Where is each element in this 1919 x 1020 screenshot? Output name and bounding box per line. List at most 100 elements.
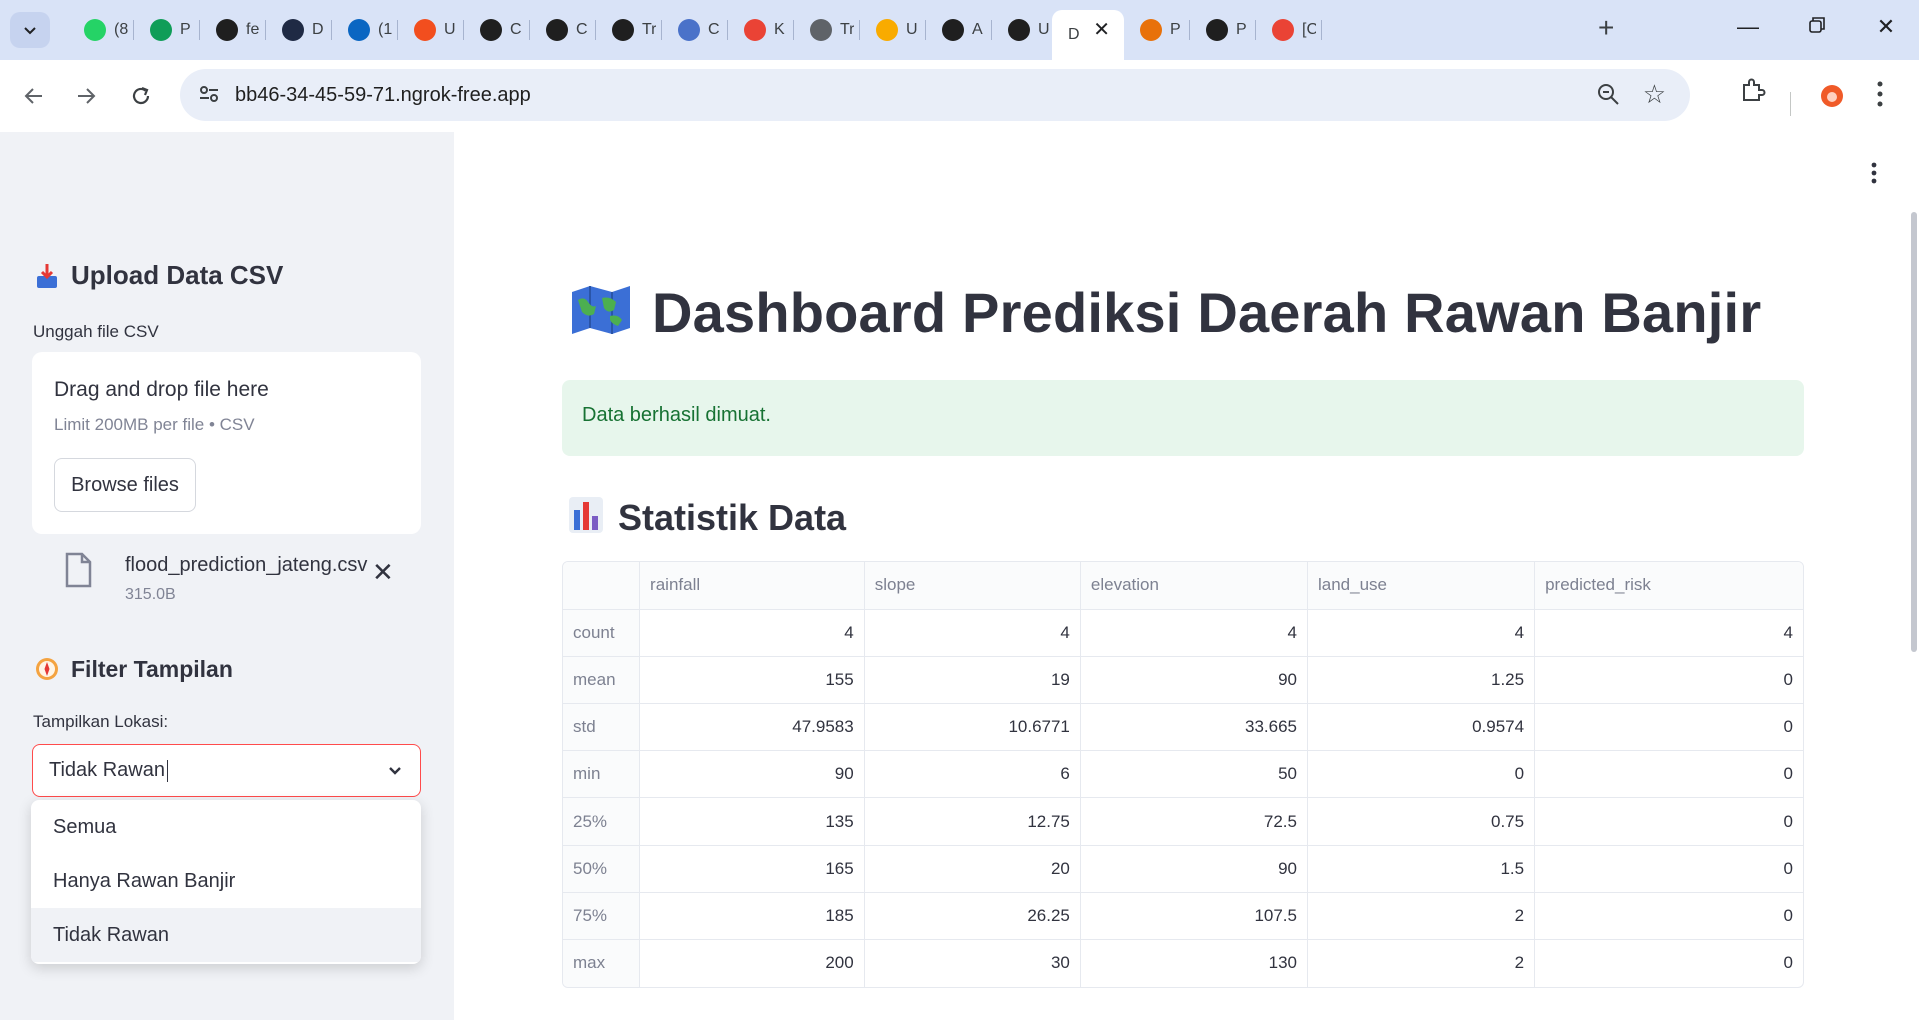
browser-tab[interactable]: C [530,10,596,50]
table-cell[interactable]: 90 [1080,656,1308,705]
table-cell[interactable]: 155 [639,656,865,705]
table-cell[interactable]: 4 [864,609,1081,657]
table-cell[interactable]: 0 [1534,845,1803,893]
browser-tab[interactable]: (8 [68,10,134,50]
table-header-cell[interactable]: predicted_risk [1534,562,1803,610]
table-cell[interactable]: 90 [1080,845,1308,893]
table-cell[interactable]: 0 [1534,797,1803,846]
tab-search-button[interactable] [10,12,50,48]
option-semua[interactable]: Semua [31,800,421,854]
close-window-icon[interactable]: ✕ [1871,14,1901,40]
app-menu-icon[interactable] [1871,162,1877,189]
row-index-cell[interactable]: mean [563,656,641,705]
table-cell[interactable]: 2 [1307,892,1536,941]
table-cell[interactable]: 6 [864,750,1081,799]
table-cell[interactable]: 12.75 [864,797,1081,846]
table-cell[interactable]: 20 [864,845,1081,893]
row-index-cell[interactable]: std [563,703,641,752]
browser-tab[interactable]: U [860,10,926,50]
table-cell[interactable]: 200 [639,939,865,987]
address-bar[interactable]: bb46-34-45-59-71.ngrok-free.app ☆ [180,69,1690,121]
table-cell[interactable]: 90 [639,750,865,799]
option-tidak-rawan[interactable]: Tidak Rawan [31,908,421,962]
row-index-cell[interactable]: 25% [563,797,641,846]
table-cell[interactable]: 2 [1307,939,1536,987]
row-index-cell[interactable]: 75% [563,892,641,941]
browser-tab[interactable]: A [926,10,992,50]
browser-tab[interactable]: P [1190,10,1256,50]
browser-tab[interactable]: [C [1256,10,1322,50]
table-cell[interactable]: 185 [639,892,865,941]
table-header-cell[interactable] [563,562,641,610]
table-cell[interactable]: 30 [864,939,1081,987]
site-settings-icon[interactable] [198,83,220,110]
url-text[interactable]: bb46-34-45-59-71.ngrok-free.app [235,84,531,107]
forward-button[interactable] [68,78,104,114]
table-cell[interactable]: 10.6771 [864,703,1081,752]
back-button[interactable] [16,78,52,114]
browser-tab[interactable]: Tr [794,10,860,50]
table-cell[interactable]: 33.665 [1080,703,1308,752]
bookmark-star-icon[interactable]: ☆ [1643,79,1666,110]
browse-files-button[interactable]: Browse files [54,458,196,512]
table-cell[interactable]: 135 [639,797,865,846]
browser-tab[interactable]: U [992,10,1058,50]
table-cell[interactable]: 0 [1534,750,1803,799]
browser-tab[interactable]: C [662,10,728,50]
table-cell[interactable]: 0 [1307,750,1536,799]
remove-file-button[interactable]: ✕ [372,559,394,585]
browser-tab[interactable]: (1 [332,10,398,50]
table-cell[interactable]: 50 [1080,750,1308,799]
file-dropzone[interactable]: Drag and drop file here Limit 200MB per … [32,352,421,534]
row-index-cell[interactable]: 50% [563,845,641,893]
statistics-table[interactable]: rainfall slope elevation land_use predic… [562,561,1804,988]
table-cell[interactable]: 4 [639,609,865,657]
profile-avatar[interactable] [1820,84,1844,113]
table-header-cell[interactable]: land_use [1307,562,1536,610]
table-cell[interactable]: 4 [1307,609,1536,657]
browser-tab[interactable]: fe [200,10,266,50]
table-cell[interactable]: 0 [1535,940,1803,987]
table-cell[interactable]: 0 [1534,703,1803,752]
table-cell[interactable]: 1.25 [1307,656,1536,705]
browser-tab[interactable]: D ✕ [1052,10,1124,60]
table-cell[interactable]: 0 [1534,656,1803,705]
restore-window-icon[interactable] [1802,14,1832,40]
browser-menu-icon[interactable] [1876,80,1884,113]
option-hanya-rawan-banjir[interactable]: Hanya Rawan Banjir [31,854,421,908]
extensions-icon[interactable] [1740,77,1766,108]
close-tab-icon[interactable]: ✕ [1093,20,1110,40]
table-cell[interactable]: 0 [1534,892,1803,941]
row-index-cell[interactable]: max [563,939,641,987]
table-header-cell[interactable]: rainfall [639,562,865,610]
table-cell[interactable]: 26.25 [864,892,1081,941]
row-index-cell[interactable]: min [563,750,641,799]
browser-tab[interactable]: C [464,10,530,50]
table-header-cell[interactable]: elevation [1080,562,1308,610]
table-cell[interactable]: 1.5 [1307,845,1536,893]
location-filter-select[interactable]: Tidak Rawan [32,744,421,797]
browser-tab[interactable]: P [134,10,200,50]
table-cell[interactable]: 107.5 [1080,892,1308,941]
browser-tab[interactable]: K [728,10,794,50]
table-cell[interactable]: 47.9583 [639,703,865,752]
reload-button[interactable] [123,78,159,114]
browser-tab[interactable]: D [266,10,332,50]
table-cell[interactable]: 165 [639,845,865,893]
table-header-cell[interactable]: slope [864,562,1081,610]
table-cell[interactable]: 130 [1080,939,1308,987]
table-cell[interactable]: 19 [864,656,1081,705]
zoom-icon[interactable] [1596,82,1620,111]
browser-tab[interactable]: P [1124,10,1190,50]
table-cell[interactable]: 72.5 [1080,797,1308,846]
browser-tab[interactable]: Tr [596,10,662,50]
table-cell[interactable]: 4 [1080,609,1308,657]
table-cell[interactable]: 0.75 [1307,797,1536,846]
main-scrollbar[interactable] [1911,212,1917,652]
new-tab-button[interactable]: + [1598,14,1614,42]
row-index-cell[interactable]: count [563,609,641,657]
table-cell[interactable]: 4 [1534,609,1803,657]
chevron-down-icon[interactable] [386,761,404,784]
minimize-icon[interactable]: — [1733,14,1763,40]
table-cell[interactable]: 0.9574 [1307,703,1536,752]
